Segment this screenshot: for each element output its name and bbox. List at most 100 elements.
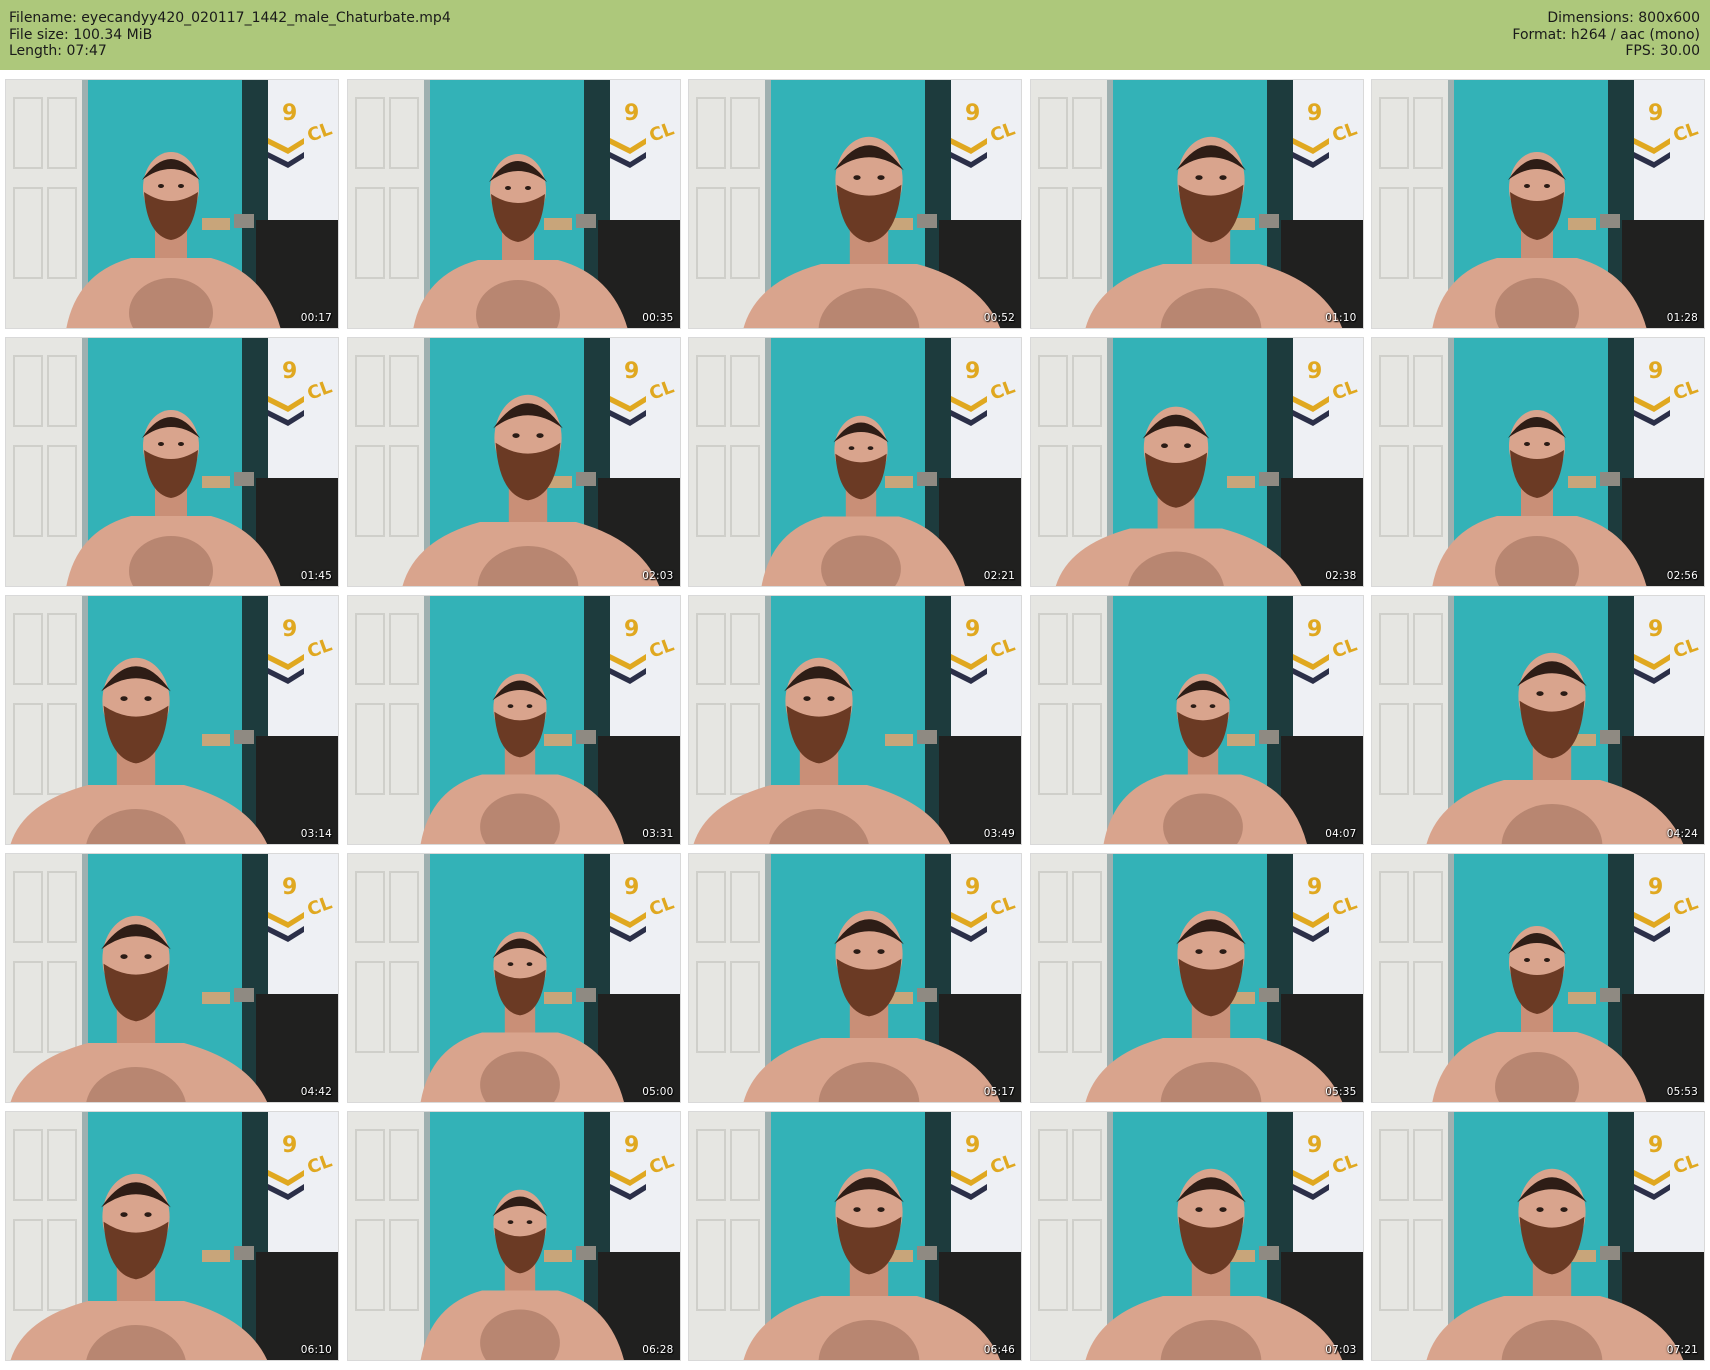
frame-image: 9CL [6,596,338,844]
frame-image: 9CL [689,80,1021,328]
video-thumbnail[interactable]: 9 CL 06:28 [346,1111,681,1361]
format-text: Format: h264 / aac (mono) [1512,26,1700,43]
video-thumbnail[interactable]: 9 CL 00:17 [5,79,339,329]
frame-image: 9CL [1372,80,1704,328]
frame-image: 9CL [1030,596,1363,844]
svg-text:9: 9 [282,101,297,126]
video-thumbnail[interactable]: 9 CL 00:35 [346,79,681,329]
svg-text:9: 9 [965,875,980,900]
frame-image: 9CL [689,854,1021,1102]
frame-image: 9CL [1030,338,1363,586]
timestamp-label: 06:10 [300,1344,332,1356]
svg-text:9: 9 [624,1133,639,1158]
frame-image: 9CL [1030,1112,1363,1360]
frame-image: 9CL [1372,338,1704,586]
video-thumbnail[interactable]: 9 CL 01:10 [1029,79,1364,329]
thumbnail-grid: 9 CL 00:17 9 CL 00:35 9 CL 00:52 9 CL 01:10 9 CL 01:28… [5,79,1705,1363]
timestamp-label: 05:53 [1666,1086,1698,1098]
svg-text:9: 9 [1648,875,1663,900]
frame-image: 9CL [6,338,338,586]
timestamp-label: 00:35 [642,312,674,324]
frame-image: 9CL [347,80,680,328]
frame-image: 9CL [1030,854,1363,1102]
timestamp-label: 02:38 [1325,570,1357,582]
svg-text:9: 9 [965,359,980,384]
length-text: Length: 07:47 [9,43,107,59]
svg-text:9: 9 [1307,101,1322,126]
info-right-column: Dimensions: 800x600 Format: h264 / aac (… [1512,10,1700,60]
filename-text: Filename: eyecandyy420_020117_1442_male_… [9,10,451,26]
svg-text:9: 9 [282,617,297,642]
frame-image: 9CL [689,1112,1021,1360]
video-thumbnail[interactable]: 9 CL 02:56 [1371,337,1705,587]
svg-text:9: 9 [1307,359,1322,384]
timestamp-label: 02:03 [642,570,674,582]
video-thumbnail[interactable]: 9 CL 06:10 [5,1111,339,1361]
timestamp-label: 02:56 [1666,570,1698,582]
video-thumbnail[interactable]: 9 CL 04:42 [5,853,339,1103]
video-thumbnail[interactable]: 9 CL 00:52 [688,79,1022,329]
timestamp-label: 03:49 [983,828,1015,840]
timestamp-label: 04:07 [1325,828,1357,840]
svg-text:9: 9 [965,617,980,642]
svg-text:9: 9 [1307,617,1322,642]
dimensions-text: Dimensions: 800x600 [1547,10,1700,26]
timestamp-label: 04:42 [300,1086,332,1098]
svg-text:9: 9 [1648,359,1663,384]
svg-text:9: 9 [624,617,639,642]
svg-text:9: 9 [965,1133,980,1158]
timestamp-label: 07:21 [1666,1344,1698,1356]
svg-text:9: 9 [624,101,639,126]
timestamp-label: 00:52 [983,312,1015,324]
video-thumbnail[interactable]: 9 CL 07:21 [1371,1111,1705,1361]
fps-text: FPS: 30.00 [1625,43,1700,59]
video-thumbnail[interactable]: 9 CL 03:49 [688,595,1022,845]
video-thumbnail[interactable]: 9 CL 02:38 [1029,337,1364,587]
frame-image: 9CL [1030,80,1363,328]
frame-image: 9CL [347,596,680,844]
timestamp-label: 01:45 [300,570,332,582]
video-thumbnail[interactable]: 9 CL 01:28 [1371,79,1705,329]
svg-text:9: 9 [1648,1133,1663,1158]
svg-text:9: 9 [965,101,980,126]
frame-image: 9CL [1372,854,1704,1102]
video-thumbnail[interactable]: 9 CL 05:00 [346,853,681,1103]
info-left-column: Filename: eyecandyy420_020117_1442_male_… [9,10,451,60]
video-thumbnail[interactable]: 9 CL 07:03 [1029,1111,1364,1361]
timestamp-label: 05:00 [642,1086,674,1098]
frame-image: 9CL [347,338,680,586]
video-thumbnail[interactable]: 9 CL 01:45 [5,337,339,587]
frame-image: 9CL [689,338,1021,586]
frame-image: 9CL [689,596,1021,844]
timestamp-label: 03:14 [300,828,332,840]
video-thumbnail[interactable]: 9 CL 04:07 [1029,595,1364,845]
timestamp-label: 00:17 [300,312,332,324]
video-thumbnail[interactable]: 9 CL 04:24 [1371,595,1705,845]
svg-text:9: 9 [1307,875,1322,900]
timestamp-label: 05:17 [983,1086,1015,1098]
info-header: Filename: eyecandyy420_020117_1442_male_… [0,0,1710,70]
timestamp-label: 01:10 [1325,312,1357,324]
video-thumbnail[interactable]: 9 CL 05:35 [1029,853,1364,1103]
video-thumbnail[interactable]: 9 CL 05:17 [688,853,1022,1103]
svg-text:9: 9 [1307,1133,1322,1158]
svg-text:9: 9 [1648,617,1663,642]
svg-text:9: 9 [282,359,297,384]
frame-image: 9CL [1372,1112,1704,1360]
video-thumbnail[interactable]: 9 CL 06:46 [688,1111,1022,1361]
frame-image: 9CL [6,80,338,328]
filesize-text: File size: 100.34 MiB [9,26,153,43]
frame-image: 9CL [1372,596,1704,844]
timestamp-label: 04:24 [1666,828,1698,840]
timestamp-label: 02:21 [983,570,1015,582]
svg-text:9: 9 [624,875,639,900]
video-thumbnail[interactable]: 9 CL 02:21 [688,337,1022,587]
timestamp-label: 03:31 [642,828,674,840]
svg-text:9: 9 [282,875,297,900]
video-thumbnail[interactable]: 9 CL 03:31 [346,595,681,845]
timestamp-label: 06:28 [642,1344,674,1356]
timestamp-label: 06:46 [983,1344,1015,1356]
video-thumbnail[interactable]: 9 CL 05:53 [1371,853,1705,1103]
video-thumbnail[interactable]: 9 CL 02:03 [346,337,681,587]
video-thumbnail[interactable]: 9 CL 03:14 [5,595,339,845]
